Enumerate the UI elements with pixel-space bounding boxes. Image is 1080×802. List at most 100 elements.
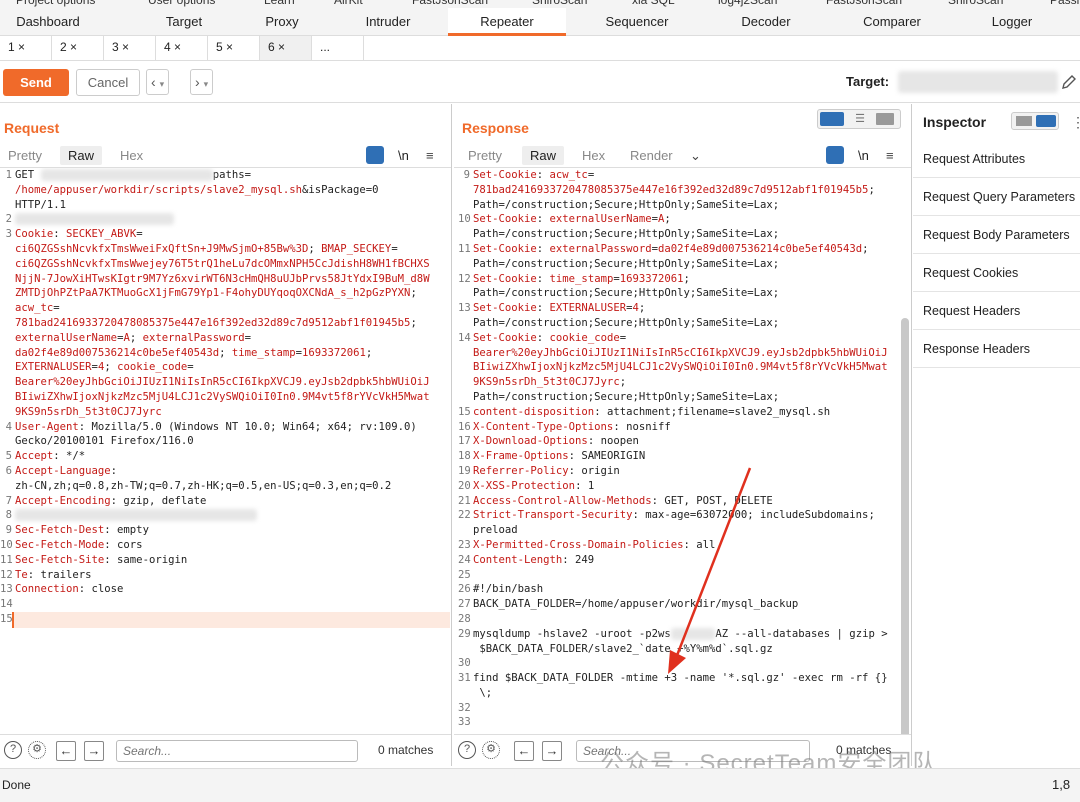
chevron-down-icon[interactable]: ⌄: [682, 146, 709, 166]
clipped-tab[interactable]: Learn: [264, 0, 295, 7]
inspector-item[interactable]: Request Body Parameters: [913, 216, 1080, 254]
code-line: BIiwiZXhwIjoxNjkzMzc5MjU4LCJ1c2VySWQiOiI…: [458, 360, 897, 375]
newline-toggle[interactable]: \n: [850, 146, 877, 165]
edit-pencil-icon[interactable]: [1060, 73, 1078, 91]
response-scrollbar[interactable]: [901, 318, 909, 738]
help-icon[interactable]: ?: [458, 741, 476, 759]
tab-dashboard[interactable]: Dashboard: [0, 8, 96, 36]
line-text: Set-Cookie: time_stamp=1693372061;: [473, 272, 690, 285]
clipped-tab[interactable]: Passi: [1050, 0, 1079, 7]
tab-decoder[interactable]: Decoder: [712, 8, 820, 36]
clipped-tab[interactable]: Project options: [16, 0, 95, 7]
repeater-tab[interactable]: 4 ×: [156, 36, 208, 60]
layout-split-icon[interactable]: [820, 112, 844, 126]
tab-raw[interactable]: Raw: [522, 146, 565, 165]
back-history-button[interactable]: ‹ ▾: [146, 69, 170, 95]
line-text: Accept-Language:: [15, 464, 118, 477]
repeater-tab[interactable]: 5 ×: [208, 36, 260, 60]
clipped-tab[interactable]: AirKit: [334, 0, 363, 7]
line-text: ci6QZGSshNcvkfxTmsWwejey76T5trQ1heLu7dcO…: [15, 257, 430, 270]
forward-history-button[interactable]: › ▾: [190, 69, 214, 95]
send-button[interactable]: Send: [3, 69, 69, 96]
layout-single-icon[interactable]: [876, 113, 894, 125]
code-line: 9 Set-Cookie: acw_tc=: [458, 168, 897, 183]
tab-pretty[interactable]: Pretty: [0, 146, 50, 165]
search-previous-button[interactable]: ←: [56, 741, 76, 761]
clipped-tab[interactable]: User options: [148, 0, 215, 7]
tab-hex[interactable]: Hex: [112, 146, 151, 165]
inspector-item[interactable]: Request Cookies: [913, 254, 1080, 292]
format-icon[interactable]: [826, 146, 844, 164]
search-previous-button[interactable]: ←: [514, 741, 534, 761]
inspector-item[interactable]: Request Attributes: [913, 140, 1080, 178]
more-icon[interactable]: ⋮: [1071, 114, 1080, 131]
tab-pretty[interactable]: Pretty: [460, 146, 510, 165]
clipped-tab[interactable]: FastJsonScan: [412, 0, 488, 7]
tab-sequencer[interactable]: Sequencer: [578, 8, 696, 36]
inspector-item[interactable]: Request Headers: [913, 292, 1080, 330]
line-number: 11: [458, 242, 471, 255]
code-line: 3 Cookie: SECKEY_ABVK=: [0, 227, 451, 242]
layout-horizontal-icon[interactable]: ☰: [850, 112, 870, 126]
menu-icon[interactable]: ≡: [878, 146, 902, 165]
layout-icon[interactable]: [1036, 115, 1056, 127]
clipped-tab[interactable]: ShiroScan: [532, 0, 587, 7]
line-text: Path=/construction;Secure;HttpOnly;SameS…: [473, 287, 780, 300]
settings-gear-icon[interactable]: ⚙: [28, 741, 46, 759]
newline-toggle[interactable]: \n: [390, 146, 417, 165]
line-number: 5: [5, 450, 12, 463]
tab-target[interactable]: Target: [134, 8, 234, 36]
tab-raw[interactable]: Raw: [60, 146, 103, 165]
tab-comparer[interactable]: Comparer: [830, 8, 954, 36]
line-number: 20: [458, 479, 471, 492]
search-next-button[interactable]: →: [542, 741, 562, 761]
code-line: 16 X-Content-Type-Options: nosniff: [458, 420, 897, 435]
repeater-tab[interactable]: ...: [312, 36, 364, 60]
tab-hex[interactable]: Hex: [574, 146, 613, 165]
request-search-input[interactable]: [116, 740, 358, 762]
code-line: /home/appuser/workdir/scripts/slave2_mys…: [0, 183, 451, 198]
layout-toggle[interactable]: ☰: [817, 109, 901, 129]
tab-render[interactable]: Render: [622, 146, 681, 165]
code-line: Path=/construction;Secure;HttpOnly;SameS…: [458, 390, 897, 405]
code-line: EXTERNALUSER=4; cookie_code=: [0, 360, 451, 375]
format-icon[interactable]: [366, 146, 384, 164]
help-icon[interactable]: ?: [4, 741, 22, 759]
line-text: ci6QZGSshNcvkfxTmsWweiFxQftSn+J9MwSjmO+8…: [15, 242, 398, 255]
code-line: da02f4e89d007536214c0be5ef40543d; time_s…: [0, 346, 451, 361]
tab-logger[interactable]: Logger: [962, 8, 1062, 36]
clipped-tab[interactable]: FastJsonScan: [826, 0, 902, 7]
inspector-layout-toggle[interactable]: [1011, 112, 1059, 130]
target-label: Target:: [846, 74, 890, 89]
clipped-tab[interactable]: ShiroScan: [948, 0, 1003, 7]
code-line: Path=/construction;Secure;HttpOnly;SameS…: [458, 316, 897, 331]
cancel-button[interactable]: Cancel: [76, 69, 140, 96]
inspector-item[interactable]: Request Query Parameters: [913, 178, 1080, 216]
repeater-tab[interactable]: 2 ×: [52, 36, 104, 60]
settings-gear-icon[interactable]: ⚙: [482, 741, 500, 759]
tab-repeater[interactable]: Repeater: [448, 8, 566, 36]
chevron-left-icon: ‹: [151, 74, 156, 90]
inspector-item[interactable]: Response Headers: [913, 330, 1080, 368]
line-number: 25: [458, 568, 471, 581]
line-text: \;: [473, 686, 493, 699]
repeater-tab[interactable]: 1 ×: [0, 36, 52, 60]
code-line: zh-CN,zh;q=0.8,zh-TW;q=0.7,zh-HK;q=0.5,e…: [0, 479, 451, 494]
line-number: 19: [458, 464, 471, 477]
status-text: Done: [2, 778, 31, 792]
line-text: Accept-Encoding: gzip, deflate: [15, 494, 207, 507]
menu-icon[interactable]: ≡: [418, 146, 442, 165]
target-host-redacted[interactable]: [898, 71, 1058, 93]
clipped-tab[interactable]: log4j2Scan: [718, 0, 777, 7]
repeater-tab[interactable]: 6 ×: [260, 36, 312, 60]
tab-intruder[interactable]: Intruder: [326, 8, 450, 36]
clipped-tab[interactable]: xia SQL: [632, 0, 675, 7]
request-editor[interactable]: 1 GET paths=/home/appuser/workdir/scripts…: [0, 168, 451, 627]
layout-icon[interactable]: [1016, 116, 1032, 126]
tab-proxy[interactable]: Proxy: [240, 8, 324, 36]
line-number: 32: [458, 701, 471, 714]
search-next-button[interactable]: →: [84, 741, 104, 761]
code-line: 15 content-disposition: attachment;filena…: [458, 405, 897, 420]
repeater-tab[interactable]: 3 ×: [104, 36, 156, 60]
code-line: 14: [0, 597, 451, 612]
